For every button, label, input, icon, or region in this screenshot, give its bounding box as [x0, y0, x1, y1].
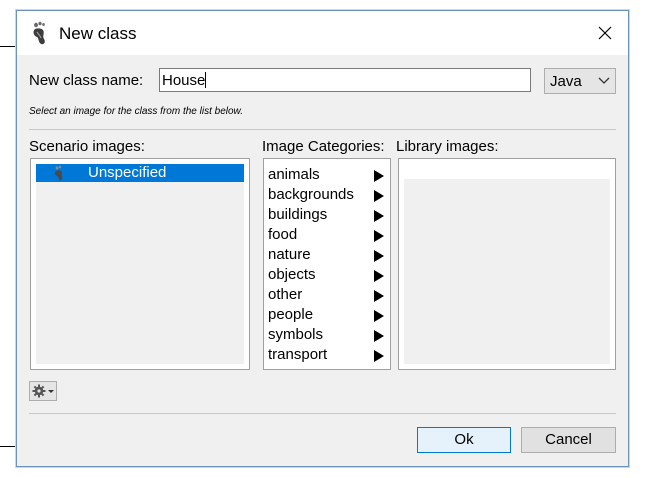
- arrow-right-icon: [374, 310, 384, 322]
- arrow-right-icon: [374, 270, 384, 282]
- scenario-images-label: Scenario images:: [29, 138, 145, 155]
- separator-top: [29, 129, 616, 130]
- arrow-right-icon: [374, 170, 384, 182]
- scenario-images-list[interactable]: Unspecified: [30, 158, 250, 370]
- new-class-dialog: New class New class name: House Java Sel…: [16, 10, 629, 467]
- settings-menu-button[interactable]: [29, 381, 57, 401]
- dialog-title: New class: [59, 24, 137, 43]
- language-value: Java: [550, 73, 582, 90]
- language-select[interactable]: Java: [544, 68, 616, 94]
- category-item-other[interactable]: other: [264, 285, 390, 305]
- ok-button[interactable]: Ok: [417, 427, 511, 453]
- arrow-right-icon: [374, 250, 384, 262]
- category-item-backgrounds[interactable]: backgrounds: [264, 185, 390, 205]
- image-categories-label: Image Categories:: [262, 138, 385, 155]
- gear-icon: [32, 384, 54, 398]
- library-images-area: [404, 179, 610, 364]
- arrow-right-icon: [374, 290, 384, 302]
- separator-bottom: [29, 413, 616, 414]
- close-button[interactable]: [582, 11, 628, 55]
- arrow-right-icon: [374, 330, 384, 342]
- category-item-food[interactable]: food: [264, 225, 390, 245]
- image-categories-list[interactable]: animals backgrounds buildings food natur…: [263, 158, 391, 370]
- class-name-input[interactable]: House: [159, 68, 531, 92]
- instruction-text: Select an image for the class from the l…: [29, 106, 243, 117]
- category-item-transport[interactable]: transport: [264, 345, 390, 365]
- class-name-value: House: [162, 72, 206, 89]
- scenario-item-label: Unspecified: [88, 164, 167, 181]
- arrow-right-icon: [374, 230, 384, 242]
- library-images-list[interactable]: [398, 158, 616, 370]
- footprint-icon: [33, 21, 45, 45]
- category-item-buildings[interactable]: buildings: [264, 205, 390, 225]
- category-item-objects[interactable]: objects: [264, 265, 390, 285]
- close-icon: [598, 26, 612, 40]
- class-name-label: New class name:: [29, 72, 144, 89]
- footprint-icon: [54, 165, 63, 181]
- arrow-right-icon: [374, 350, 384, 362]
- scenario-item-unspecified[interactable]: Unspecified: [36, 164, 244, 182]
- category-item-nature[interactable]: nature: [264, 245, 390, 265]
- category-item-symbols[interactable]: symbols: [264, 325, 390, 345]
- arrow-right-icon: [374, 190, 384, 202]
- category-item-people[interactable]: people: [264, 305, 390, 325]
- scenario-images-area: Unspecified: [36, 164, 244, 364]
- library-images-label: Library images:: [396, 138, 499, 155]
- chevron-down-icon: [598, 77, 610, 84]
- arrow-right-icon: [374, 210, 384, 222]
- title-bar: New class: [17, 11, 628, 55]
- text-caret: [205, 72, 207, 88]
- cancel-button[interactable]: Cancel: [521, 427, 616, 453]
- category-item-animals[interactable]: animals: [264, 165, 390, 185]
